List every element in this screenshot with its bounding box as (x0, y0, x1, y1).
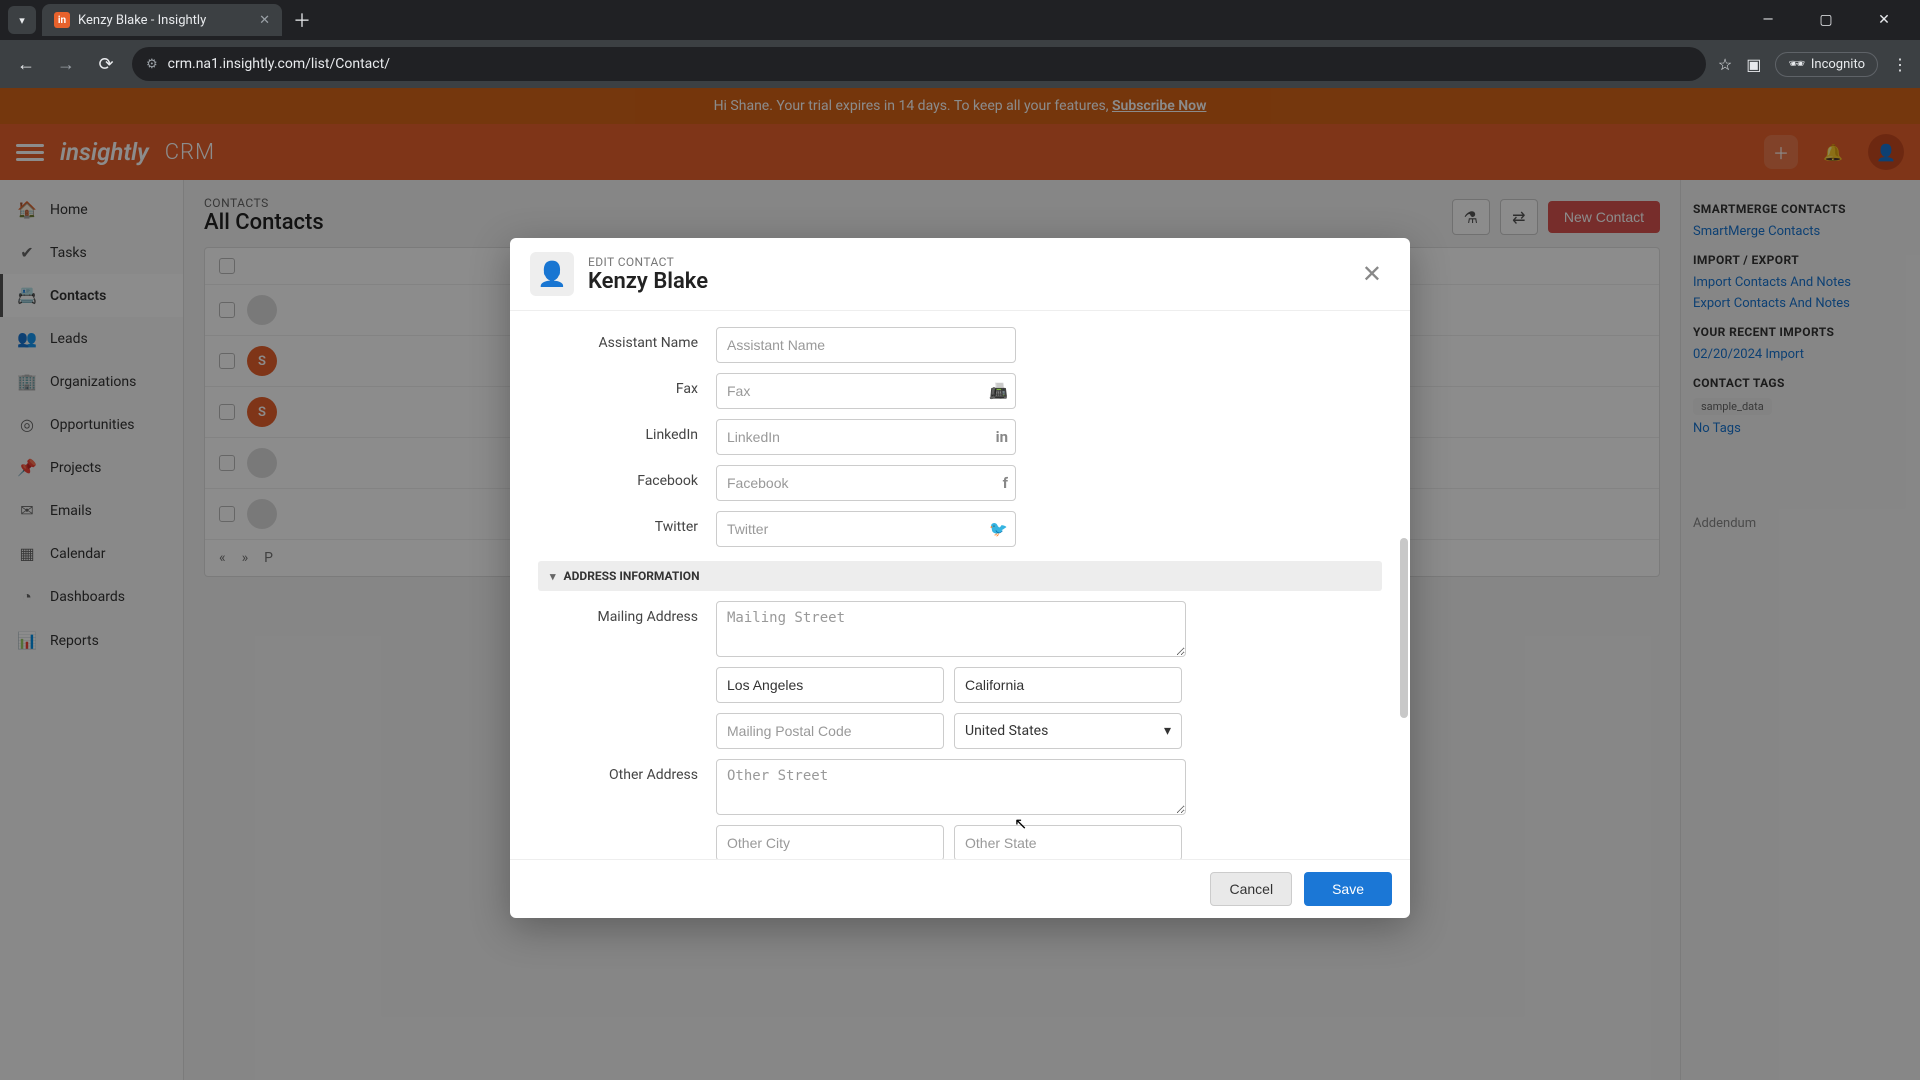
contact-avatar-icon: 👤 (530, 252, 574, 296)
address-section-header[interactable]: ▾ ADDRESS INFORMATION (538, 561, 1382, 591)
other-state-input[interactable] (954, 825, 1182, 859)
fax-label: Fax (538, 373, 698, 397)
close-window-icon[interactable]: ✕ (1864, 12, 1904, 28)
facebook-label: Facebook (538, 465, 698, 489)
incognito-chip[interactable]: 🕶 Incognito (1775, 52, 1878, 77)
modal-footer: Cancel Save (510, 859, 1410, 918)
section-title: ADDRESS INFORMATION (564, 569, 700, 583)
other-address-label: Other Address (538, 759, 698, 783)
app-viewport: Hi Shane. Your trial expires in 14 days.… (0, 88, 1920, 1080)
back-button[interactable]: ← (12, 50, 40, 78)
favicon-icon: in (54, 12, 70, 28)
kebab-menu-icon[interactable]: ⋮ (1892, 55, 1908, 74)
mailing-city-input[interactable] (716, 667, 944, 703)
modal-body[interactable]: Assistant Name Fax 📠 LinkedIn in Faceboo… (510, 311, 1410, 859)
address-bar: ← → ⟳ ⚙ crm.na1.insightly.com/list/Conta… (0, 40, 1920, 88)
new-tab-button[interactable]: ＋ (288, 6, 316, 34)
linkedin-label: LinkedIn (538, 419, 698, 443)
maximize-icon[interactable]: ▢ (1806, 12, 1846, 28)
edit-contact-modal: 👤 EDIT CONTACT Kenzy Blake ✕ Assistant N… (510, 238, 1410, 918)
assistant-name-input[interactable] (716, 327, 1016, 363)
facebook-input[interactable] (716, 465, 1016, 501)
mailing-postal-input[interactable] (716, 713, 944, 749)
fax-icon: 📠 (989, 382, 1008, 400)
url-text: crm.na1.insightly.com/list/Contact/ (168, 56, 390, 72)
mailing-country-select[interactable]: United States ▾ (954, 713, 1182, 749)
mailing-address-label: Mailing Address (538, 601, 698, 625)
site-info-icon[interactable]: ⚙ (146, 57, 158, 72)
other-street-input[interactable] (716, 759, 1186, 815)
browser-tab[interactable]: in Kenzy Blake - Insightly ✕ (42, 4, 282, 36)
modal-header: 👤 EDIT CONTACT Kenzy Blake ✕ (510, 238, 1410, 311)
mailing-street-input[interactable] (716, 601, 1186, 657)
cancel-button[interactable]: Cancel (1210, 872, 1292, 906)
chevron-down-icon: ▾ (1164, 723, 1171, 739)
modal-subtitle: EDIT CONTACT (588, 255, 708, 269)
tab-search-dropdown[interactable]: ▾ (8, 6, 36, 34)
modal-title: Kenzy Blake (588, 269, 708, 294)
incognito-icon: 🕶 (1788, 57, 1805, 72)
panel-icon[interactable]: ▣ (1746, 55, 1761, 74)
close-tab-icon[interactable]: ✕ (259, 13, 270, 28)
modal-scrollbar-thumb[interactable] (1400, 538, 1408, 718)
chevron-down-icon: ▾ (550, 570, 556, 583)
window-controls: — ▢ ✕ (1748, 12, 1912, 28)
incognito-label: Incognito (1811, 57, 1865, 72)
select-value: United States (965, 723, 1048, 739)
linkedin-input[interactable] (716, 419, 1016, 455)
modal-close-button[interactable]: ✕ (1354, 256, 1390, 292)
assistant-name-label: Assistant Name (538, 327, 698, 351)
tab-title: Kenzy Blake - Insightly (78, 13, 206, 28)
forward-button[interactable]: → (52, 50, 80, 78)
other-city-input[interactable] (716, 825, 944, 859)
minimize-icon[interactable]: — (1748, 12, 1788, 28)
twitter-label: Twitter (538, 511, 698, 535)
bookmark-icon[interactable]: ☆ (1718, 55, 1732, 74)
mailing-state-input[interactable] (954, 667, 1182, 703)
facebook-icon: f (1003, 474, 1008, 492)
tab-bar: ▾ in Kenzy Blake - Insightly ✕ ＋ — ▢ ✕ (0, 0, 1920, 40)
reload-button[interactable]: ⟳ (92, 50, 120, 78)
twitter-icon: 🐦 (989, 520, 1008, 538)
linkedin-icon: in (996, 428, 1008, 446)
save-button[interactable]: Save (1304, 872, 1392, 906)
browser-chrome: ▾ in Kenzy Blake - Insightly ✕ ＋ — ▢ ✕ ←… (0, 0, 1920, 88)
twitter-input[interactable] (716, 511, 1016, 547)
url-field[interactable]: ⚙ crm.na1.insightly.com/list/Contact/ (132, 47, 1706, 81)
fax-input[interactable] (716, 373, 1016, 409)
